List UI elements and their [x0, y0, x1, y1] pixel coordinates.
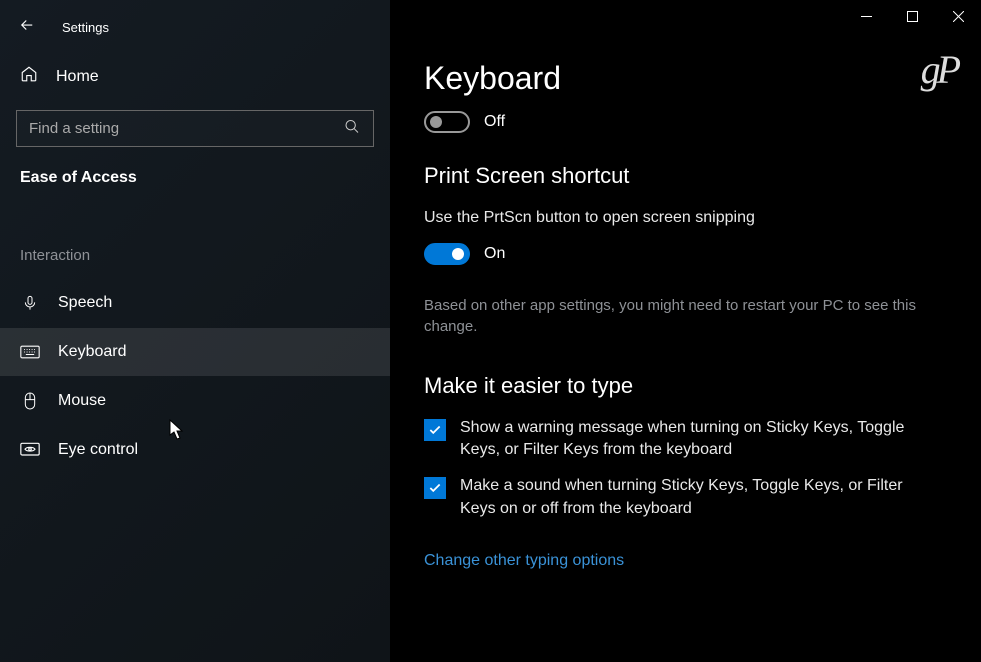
checkbox-warning[interactable]: Show a warning message when turning on S…: [424, 417, 941, 462]
restart-note: Based on other app settings, you might n…: [424, 295, 941, 337]
maximize-button[interactable]: [889, 0, 935, 32]
close-button[interactable]: [935, 0, 981, 32]
prtscn-toggle-row: On: [424, 243, 941, 265]
nav-item-eye-control[interactable]: Eye control: [0, 426, 390, 474]
app-title: Settings: [62, 20, 109, 35]
prtscn-desc: Use the PrtScn button to open screen sni…: [424, 207, 941, 229]
titlebar: Settings: [0, 8, 390, 53]
checkmark-icon: [424, 419, 446, 441]
keyboard-toggle[interactable]: [424, 111, 470, 133]
microphone-icon: [20, 293, 40, 313]
checkbox-sound[interactable]: Make a sound when turning Sticky Keys, T…: [424, 475, 941, 520]
nav-item-keyboard[interactable]: Keyboard: [0, 328, 390, 376]
nav-item-speech[interactable]: Speech: [0, 278, 390, 328]
prtscn-toggle[interactable]: [424, 243, 470, 265]
keyboard-icon: [20, 345, 40, 359]
nav-item-mouse[interactable]: Mouse: [0, 376, 390, 426]
home-label: Home: [56, 68, 99, 86]
search-icon: [344, 118, 360, 139]
home-nav[interactable]: Home: [0, 53, 390, 100]
change-typing-options-link[interactable]: Change other typing options: [424, 552, 624, 570]
group-header: Interaction: [0, 201, 390, 278]
nav-label: Eye control: [58, 441, 138, 459]
home-icon: [20, 65, 38, 88]
toggle-label: Off: [484, 113, 505, 131]
page-title: Keyboard: [424, 60, 941, 97]
content-pane: gP Keyboard Off Print Screen shortcut Us…: [390, 0, 981, 662]
main-toggle-row: Off: [424, 111, 941, 133]
section-heading: Print Screen shortcut: [424, 163, 941, 189]
category-header: Ease of Access: [0, 163, 390, 201]
mouse-icon: [20, 391, 40, 411]
window-controls: [843, 0, 981, 32]
nav-label: Keyboard: [58, 343, 127, 361]
search-input[interactable]: [16, 110, 374, 147]
section-heading: Make it easier to type: [424, 373, 941, 399]
checkbox-label: Show a warning message when turning on S…: [460, 417, 941, 462]
checkmark-icon: [424, 477, 446, 499]
nav-label: Mouse: [58, 392, 106, 410]
toggle-label: On: [484, 245, 505, 263]
checkbox-label: Make a sound when turning Sticky Keys, T…: [460, 475, 941, 520]
watermark: gP: [921, 46, 957, 93]
search-row: [0, 100, 390, 163]
back-button[interactable]: [18, 16, 36, 39]
minimize-button[interactable]: [843, 0, 889, 32]
nav-label: Speech: [58, 294, 112, 312]
sidebar: Settings Home Ease of Access Interaction…: [0, 0, 390, 662]
eye-control-icon: [20, 442, 40, 458]
